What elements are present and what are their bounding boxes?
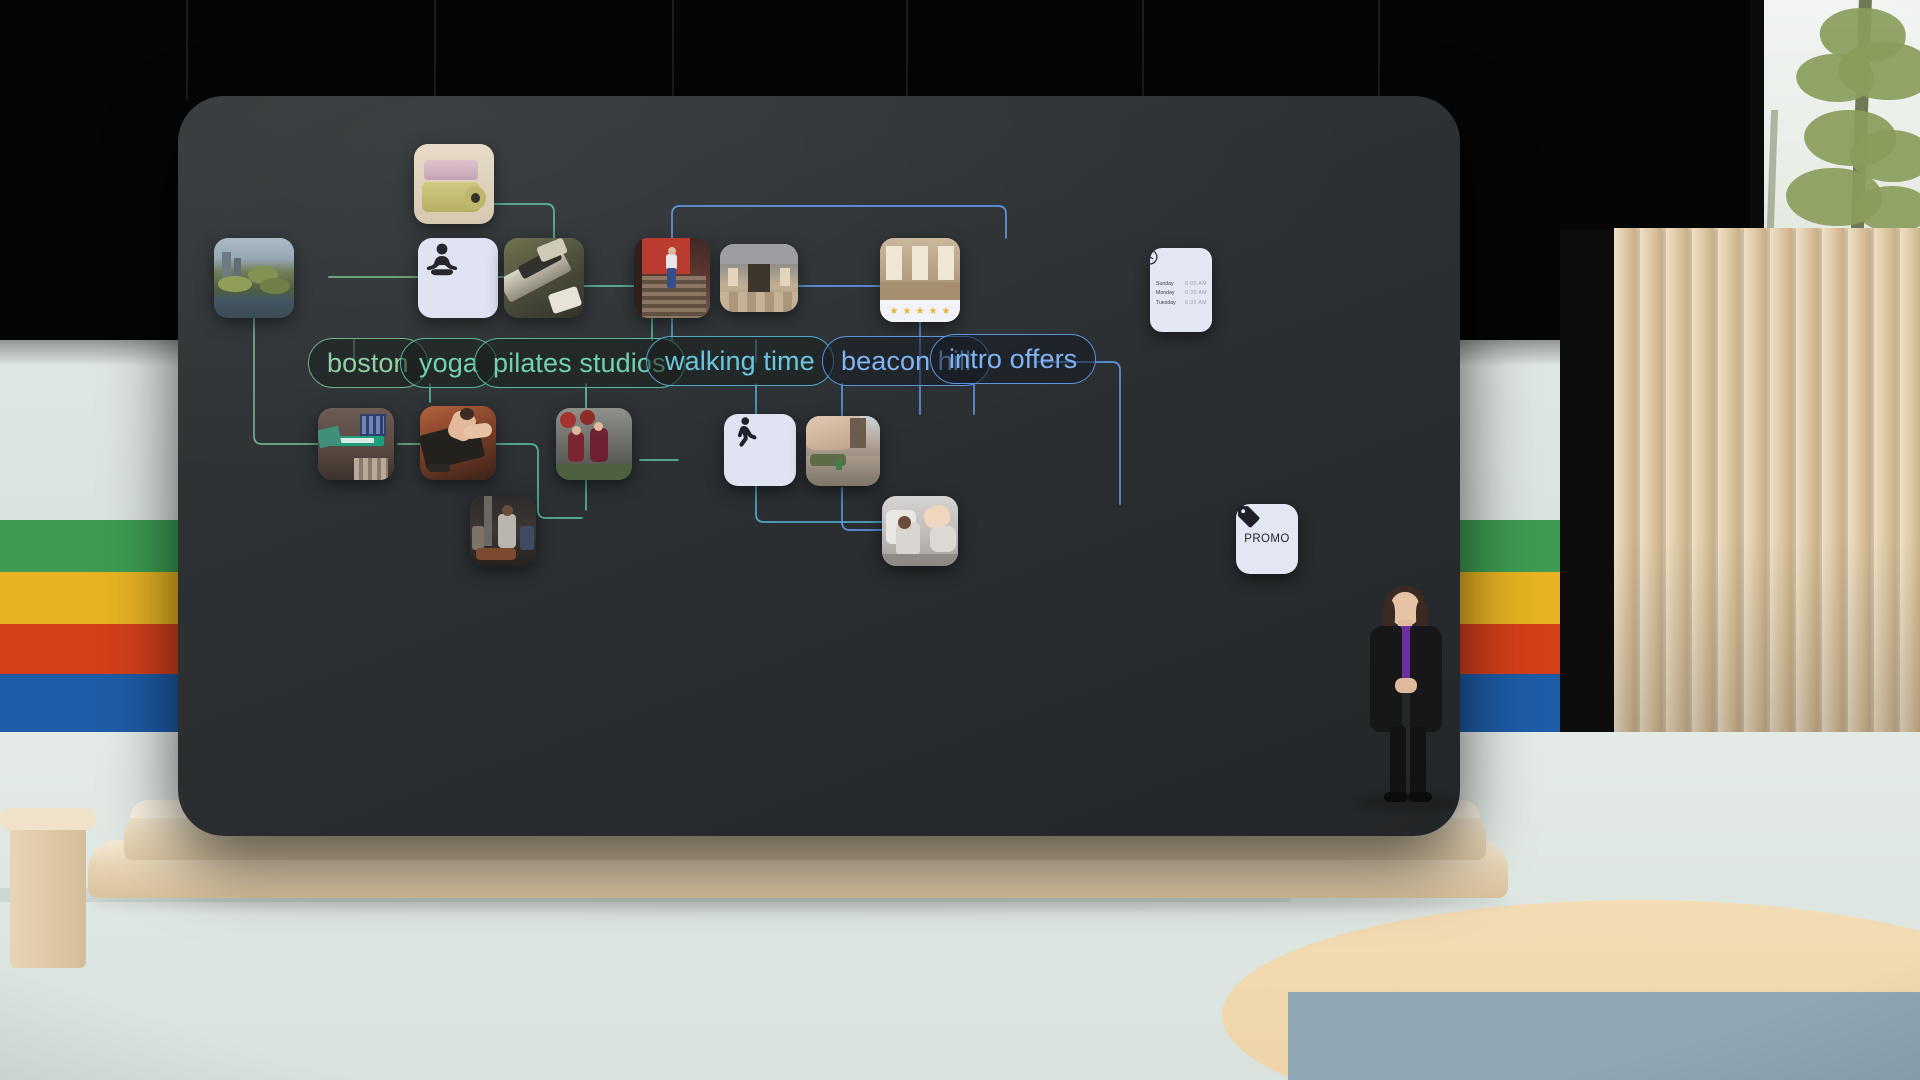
star-icon: ★ xyxy=(928,305,938,317)
presentation-screen: ★ ★ ★ ★ ★ Sunday 8:00 AM Monday 6:30 AM … xyxy=(178,96,1460,836)
hours-row: Sunday 8:00 AM xyxy=(1156,281,1207,287)
presenter-leg-right xyxy=(1410,726,1426,798)
hours-day: Tuesday xyxy=(1156,299,1176,306)
side-podium-top xyxy=(0,808,96,830)
hours-day: Monday xyxy=(1156,290,1175,297)
chip-walking-time[interactable]: walking time xyxy=(646,336,834,386)
node-boston-skyline-photo[interactable] xyxy=(214,238,294,318)
node-stretching-person-photo[interactable] xyxy=(882,496,958,566)
node-group-class-photo[interactable] xyxy=(556,408,632,480)
presenter xyxy=(1360,586,1460,802)
rating-stars: ★ ★ ★ ★ ★ xyxy=(880,300,960,322)
knowledge-graph: ★ ★ ★ ★ ★ Sunday 8:00 AM Monday 6:30 AM … xyxy=(178,96,1460,836)
presenter-shoe-left xyxy=(1384,792,1408,802)
star-icon: ★ xyxy=(941,305,951,317)
hours-time: 8:00 AM xyxy=(1185,281,1207,287)
side-podium xyxy=(10,818,86,968)
presenter-leg-left xyxy=(1390,726,1406,798)
walking-person-icon xyxy=(737,417,757,447)
promo-widget[interactable]: PROMO xyxy=(1236,504,1298,574)
clock-icon xyxy=(1142,249,1158,265)
node-studio-entrance-photo[interactable] xyxy=(720,244,798,312)
node-studio-interior-rated[interactable]: ★ ★ ★ ★ ★ xyxy=(880,238,960,322)
node-beacon-hill-street-photo[interactable] xyxy=(806,416,880,486)
node-lotus-pose-icon-card[interactable] xyxy=(418,238,498,318)
presenter-shoe-right xyxy=(1408,792,1432,802)
node-studio-lobby-people-photo[interactable] xyxy=(470,496,536,566)
node-stairs-red-wall-photo[interactable] xyxy=(634,238,710,318)
node-pilates-reformer-photo[interactable] xyxy=(504,238,584,318)
ceiling-truss-grid xyxy=(0,0,1920,100)
floor-blue-panel xyxy=(1288,992,1920,1080)
keynote-stage: ★ ★ ★ ★ ★ Sunday 8:00 AM Monday 6:30 AM … xyxy=(0,0,1920,1080)
hours-day: Sunday xyxy=(1156,281,1174,287)
promo-label: PROMO xyxy=(1244,533,1290,545)
node-reformer-closeup-photo[interactable] xyxy=(420,406,496,480)
opening-hours-widget[interactable]: Sunday 8:00 AM Monday 6:30 AM Tuesday 6:… xyxy=(1142,248,1212,332)
star-icon: ★ xyxy=(902,305,912,317)
node-yoga-mat-block-photo[interactable] xyxy=(414,144,494,224)
slat-wall-shading xyxy=(1614,228,1920,788)
node-walking-person-icon-card[interactable] xyxy=(724,414,796,486)
chip-intro-offers[interactable]: intro offers xyxy=(930,334,1097,384)
lotus-pose-icon xyxy=(426,243,458,276)
node-newbury-street-sign-photo[interactable] xyxy=(318,408,394,480)
presenter-hands xyxy=(1395,678,1417,693)
hours-row: Monday 6:30 AM xyxy=(1156,291,1207,296)
star-icon: ★ xyxy=(915,305,925,317)
star-icon: ★ xyxy=(889,305,899,317)
hours-time: 6:30 AM xyxy=(1185,290,1207,297)
wall-gap-dark xyxy=(1560,230,1618,790)
hours-time: 6:30 AM xyxy=(1185,299,1207,306)
price-tag-icon xyxy=(1237,506,1260,528)
hours-row: Tuesday 6:30 AM xyxy=(1156,299,1207,306)
